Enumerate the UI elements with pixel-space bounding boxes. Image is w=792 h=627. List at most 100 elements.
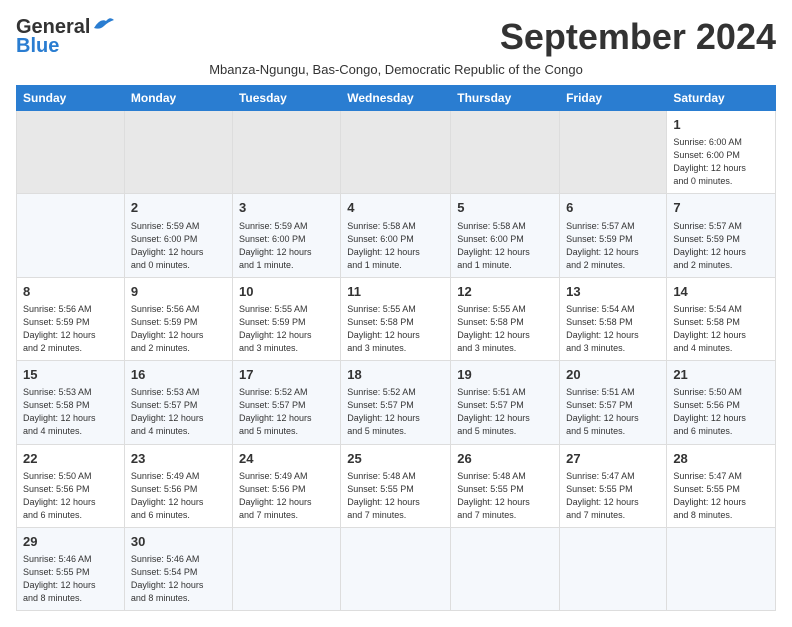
day-info: Sunrise: 5:57 AM Sunset: 5:59 PM Dayligh… <box>566 220 660 272</box>
calendar-cell: 4Sunrise: 5:58 AM Sunset: 6:00 PM Daylig… <box>341 194 451 277</box>
calendar-cell: 28 Sunrise: 5:47 AM Sunset: 5:55 PM Dayli… <box>667 444 776 527</box>
calendar-cell: 6 Sunrise: 5:57 AM Sunset: 5:59 PM Daylig… <box>560 194 667 277</box>
calendar-cell: 29 Sunrise: 5:46 AM Sunset: 5:55 PM Dayli… <box>17 527 125 610</box>
calendar-table: SundayMondayTuesdayWednesdayThursdayFrid… <box>16 85 776 611</box>
day-number: 1 <box>673 116 769 134</box>
calendar-cell <box>232 111 340 194</box>
calendar-cell: 22Sunrise: 5:50 AM Sunset: 5:56 PM Dayli… <box>17 444 125 527</box>
day-info: Sunrise: 5:49 AM Sunset: 5:56 PM Dayligh… <box>131 470 226 522</box>
day-info: Sunrise: 5:58 AM Sunset: 6:00 PM Dayligh… <box>457 220 553 272</box>
day-number: 13 <box>566 283 660 301</box>
day-number: 2 <box>131 199 226 217</box>
header-tuesday: Tuesday <box>232 86 340 111</box>
calendar-week-1: 2 Sunrise: 5:59 AM Sunset: 6:00 PM Daylig… <box>17 194 776 277</box>
day-number: 21 <box>673 366 769 384</box>
calendar-cell: 18Sunrise: 5:52 AM Sunset: 5:57 PM Dayli… <box>341 361 451 444</box>
day-info: Sunrise: 5:48 AM Sunset: 5:55 PM Dayligh… <box>457 470 553 522</box>
calendar-cell <box>451 111 560 194</box>
calendar-cell: 27Sunrise: 5:47 AM Sunset: 5:55 PM Dayli… <box>560 444 667 527</box>
day-number: 12 <box>457 283 553 301</box>
day-number: 17 <box>239 366 334 384</box>
calendar-week-4: 22Sunrise: 5:50 AM Sunset: 5:56 PM Dayli… <box>17 444 776 527</box>
day-number: 30 <box>131 533 226 551</box>
day-number: 10 <box>239 283 334 301</box>
day-number: 29 <box>23 533 118 551</box>
calendar-cell <box>232 527 340 610</box>
header-saturday: Saturday <box>667 86 776 111</box>
day-number: 6 <box>566 199 660 217</box>
day-info: Sunrise: 5:55 AM Sunset: 5:58 PM Dayligh… <box>347 303 444 355</box>
day-info: Sunrise: 5:56 AM Sunset: 5:59 PM Dayligh… <box>131 303 226 355</box>
calendar-cell: 24 Sunrise: 5:49 AM Sunset: 5:56 PM Dayli… <box>232 444 340 527</box>
day-info: Sunrise: 5:47 AM Sunset: 5:55 PM Dayligh… <box>673 470 769 522</box>
calendar-cell: 3 Sunrise: 5:59 AM Sunset: 6:00 PM Daylig… <box>232 194 340 277</box>
day-info: Sunrise: 5:51 AM Sunset: 5:57 PM Dayligh… <box>457 386 553 438</box>
logo: General Blue <box>16 16 114 58</box>
calendar-cell: 13Sunrise: 5:54 AM Sunset: 5:58 PM Dayli… <box>560 277 667 360</box>
day-info: Sunrise: 5:49 AM Sunset: 5:56 PM Dayligh… <box>239 470 334 522</box>
calendar-cell: 2 Sunrise: 5:59 AM Sunset: 6:00 PM Daylig… <box>124 194 232 277</box>
day-info: Sunrise: 6:00 AM Sunset: 6:00 PM Dayligh… <box>673 136 769 188</box>
calendar-body: 1 Sunrise: 6:00 AM Sunset: 6:00 PM Daylig… <box>17 111 776 611</box>
calendar-cell <box>451 527 560 610</box>
day-number: 26 <box>457 450 553 468</box>
logo-blue: Blue <box>16 35 59 58</box>
month-title: September 2024 <box>500 16 776 58</box>
day-info: Sunrise: 5:51 AM Sunset: 5:57 PM Dayligh… <box>566 386 660 438</box>
day-info: Sunrise: 5:46 AM Sunset: 5:55 PM Dayligh… <box>23 553 118 605</box>
calendar-cell: 23 Sunrise: 5:49 AM Sunset: 5:56 PM Dayli… <box>124 444 232 527</box>
day-info: Sunrise: 5:54 AM Sunset: 5:58 PM Dayligh… <box>673 303 769 355</box>
calendar-cell: 25 Sunrise: 5:48 AM Sunset: 5:55 PM Dayli… <box>341 444 451 527</box>
calendar-cell: 21Sunrise: 5:50 AM Sunset: 5:56 PM Dayli… <box>667 361 776 444</box>
day-info: Sunrise: 5:56 AM Sunset: 5:59 PM Dayligh… <box>23 303 118 355</box>
day-number: 18 <box>347 366 444 384</box>
calendar-cell: 8 Sunrise: 5:56 AM Sunset: 5:59 PM Daylig… <box>17 277 125 360</box>
day-number: 15 <box>23 366 118 384</box>
calendar-cell <box>124 111 232 194</box>
day-info: Sunrise: 5:53 AM Sunset: 5:58 PM Dayligh… <box>23 386 118 438</box>
calendar-cell <box>341 111 451 194</box>
day-info: Sunrise: 5:55 AM Sunset: 5:59 PM Dayligh… <box>239 303 334 355</box>
day-info: Sunrise: 5:52 AM Sunset: 5:57 PM Dayligh… <box>239 386 334 438</box>
day-number: 7 <box>673 199 769 217</box>
calendar-cell: 14 Sunrise: 5:54 AM Sunset: 5:58 PM Dayli… <box>667 277 776 360</box>
calendar-cell <box>667 527 776 610</box>
day-number: 14 <box>673 283 769 301</box>
calendar-cell: 26 Sunrise: 5:48 AM Sunset: 5:55 PM Dayli… <box>451 444 560 527</box>
header-sunday: Sunday <box>17 86 125 111</box>
calendar-cell: 1 Sunrise: 6:00 AM Sunset: 6:00 PM Daylig… <box>667 111 776 194</box>
calendar-cell: 15 Sunrise: 5:53 AM Sunset: 5:58 PM Dayli… <box>17 361 125 444</box>
calendar-cell: 16Sunrise: 5:53 AM Sunset: 5:57 PM Dayli… <box>124 361 232 444</box>
day-number: 25 <box>347 450 444 468</box>
calendar-cell: 30Sunrise: 5:46 AM Sunset: 5:54 PM Dayli… <box>124 527 232 610</box>
calendar-cell <box>341 527 451 610</box>
header-thursday: Thursday <box>451 86 560 111</box>
calendar-cell: 9 Sunrise: 5:56 AM Sunset: 5:59 PM Daylig… <box>124 277 232 360</box>
day-number: 27 <box>566 450 660 468</box>
day-info: Sunrise: 5:57 AM Sunset: 5:59 PM Dayligh… <box>673 220 769 272</box>
calendar-cell <box>17 194 125 277</box>
day-number: 19 <box>457 366 553 384</box>
calendar-cell: 17 Sunrise: 5:52 AM Sunset: 5:57 PM Dayli… <box>232 361 340 444</box>
calendar-cell: 5Sunrise: 5:58 AM Sunset: 6:00 PM Daylig… <box>451 194 560 277</box>
day-number: 3 <box>239 199 334 217</box>
day-number: 9 <box>131 283 226 301</box>
location-title: Mbanza-Ngungu, Bas-Congo, Democratic Rep… <box>16 62 776 77</box>
calendar-cell <box>560 527 667 610</box>
logo-bird-icon <box>92 16 114 32</box>
day-info: Sunrise: 5:59 AM Sunset: 6:00 PM Dayligh… <box>131 220 226 272</box>
day-number: 23 <box>131 450 226 468</box>
day-number: 28 <box>673 450 769 468</box>
calendar-cell: 11Sunrise: 5:55 AM Sunset: 5:58 PM Dayli… <box>341 277 451 360</box>
day-number: 20 <box>566 366 660 384</box>
day-number: 8 <box>23 283 118 301</box>
calendar-week-5: 29 Sunrise: 5:46 AM Sunset: 5:55 PM Dayli… <box>17 527 776 610</box>
day-info: Sunrise: 5:53 AM Sunset: 5:57 PM Dayligh… <box>131 386 226 438</box>
calendar-cell: 19 Sunrise: 5:51 AM Sunset: 5:57 PM Dayli… <box>451 361 560 444</box>
day-info: Sunrise: 5:59 AM Sunset: 6:00 PM Dayligh… <box>239 220 334 272</box>
header-wednesday: Wednesday <box>341 86 451 111</box>
day-info: Sunrise: 5:50 AM Sunset: 5:56 PM Dayligh… <box>23 470 118 522</box>
day-info: Sunrise: 5:48 AM Sunset: 5:55 PM Dayligh… <box>347 470 444 522</box>
day-number: 24 <box>239 450 334 468</box>
calendar-cell: 7 Sunrise: 5:57 AM Sunset: 5:59 PM Daylig… <box>667 194 776 277</box>
